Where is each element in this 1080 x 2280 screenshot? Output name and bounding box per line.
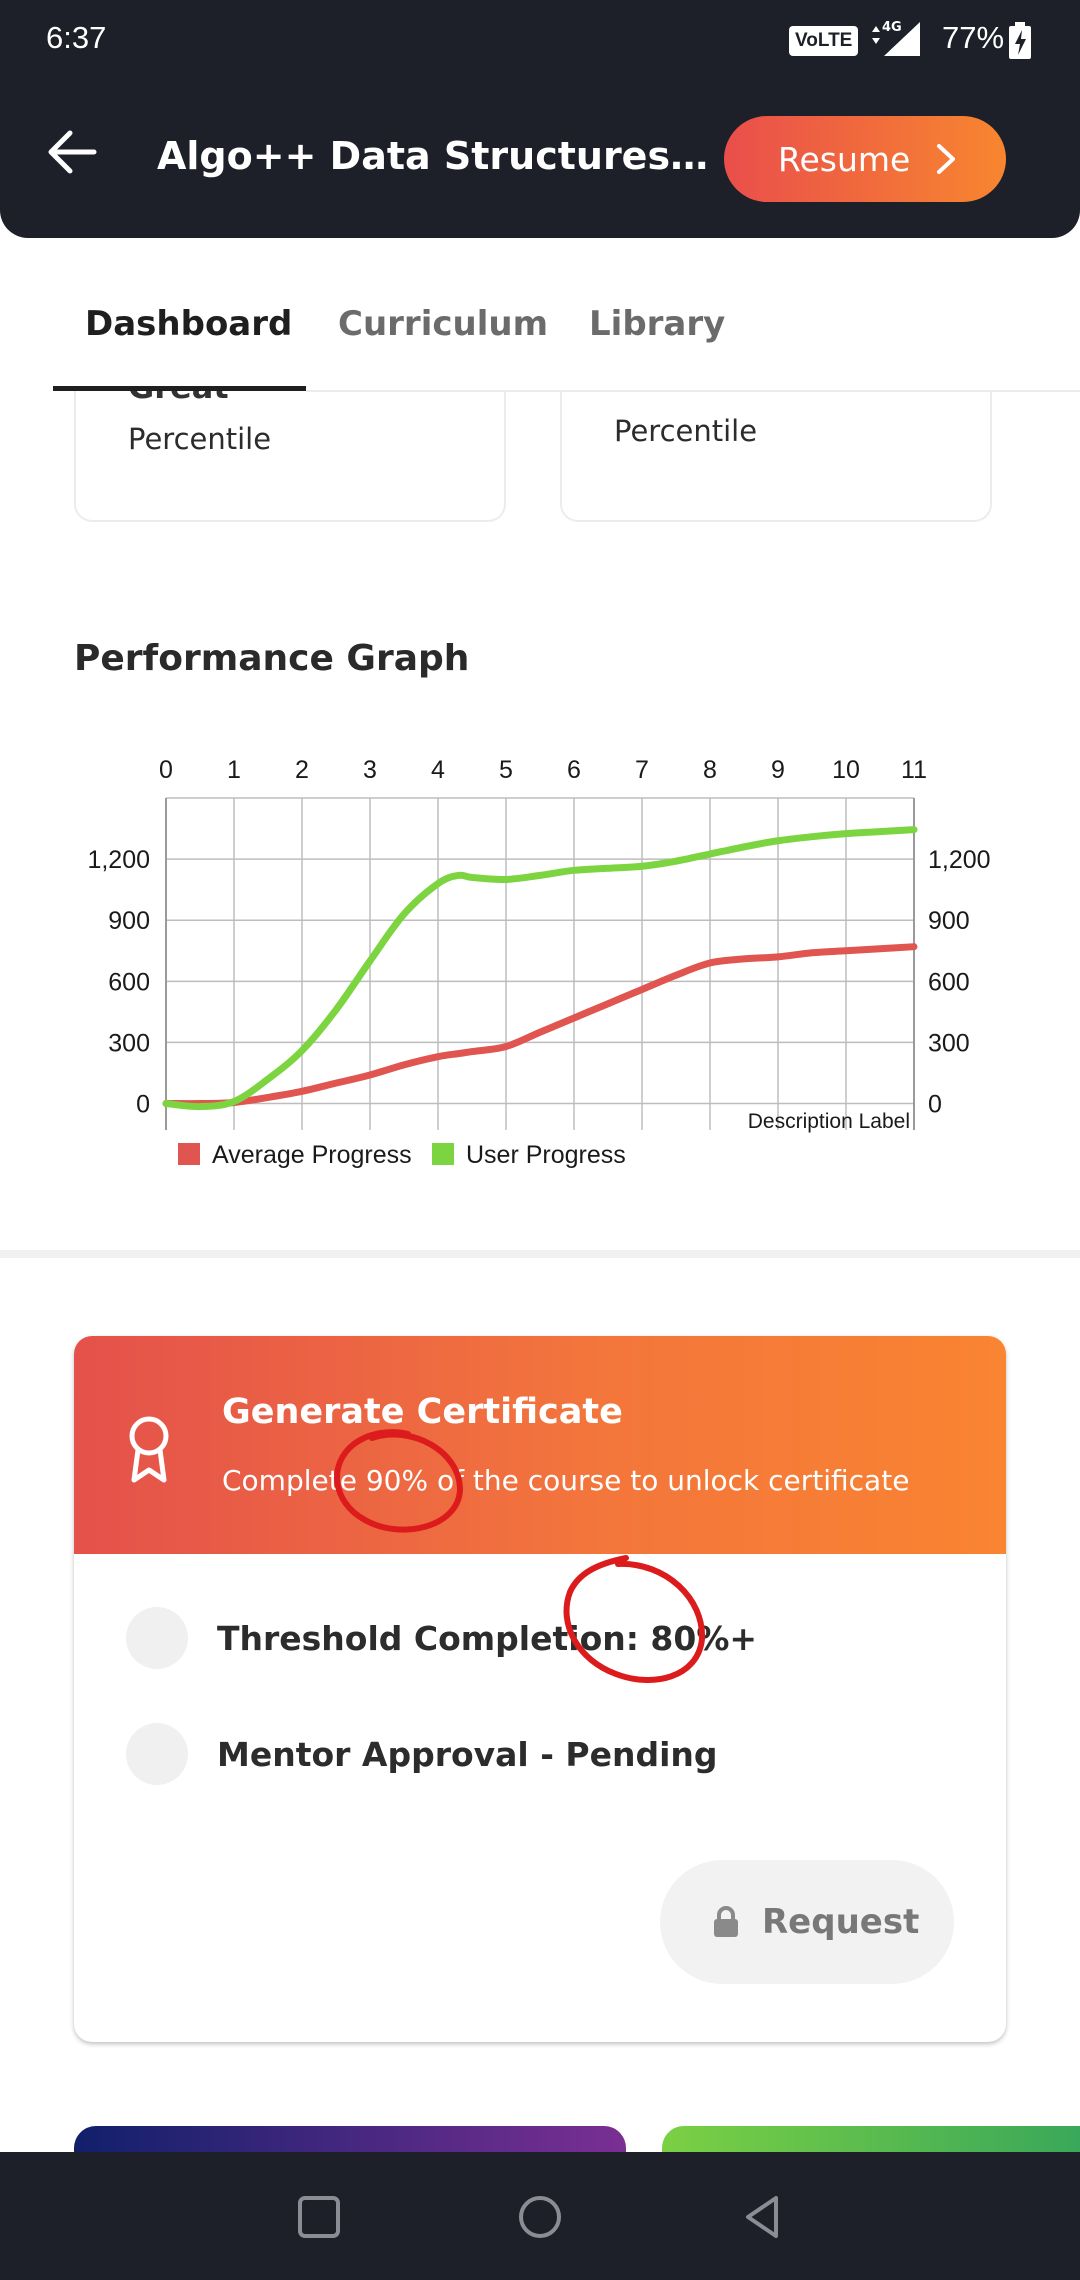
user-progress-line [162, 826, 918, 1111]
request-label: Request [762, 1902, 920, 1942]
x-tick-label: 6 [567, 756, 581, 784]
legend-label-average: Average Progress [212, 1141, 412, 1169]
legend-swatch-average [178, 1143, 200, 1165]
back-triangle-icon[interactable] [736, 2190, 790, 2244]
requirement-status-circle [126, 1607, 188, 1669]
performance-card: Great Percentile [74, 372, 506, 522]
recent-apps-icon[interactable] [292, 2190, 346, 2244]
certificate-card: Generate Certificate Complete 90% of the… [74, 1336, 1006, 2042]
app-header: 6:37 VoLTE 4G 77% Algo++ Data Structures… [0, 0, 1080, 238]
status-time: 6:37 [46, 20, 107, 55]
tab-divider [306, 390, 1080, 392]
arrow-left-icon[interactable] [44, 124, 100, 180]
y-tick-label-right: 300 [928, 1029, 970, 1057]
course-title: Algo++ Data Structures & Al... [157, 134, 713, 178]
chevron-right-icon [937, 144, 955, 174]
network-type: 4G [882, 20, 902, 35]
section-divider [0, 1250, 1080, 1258]
x-tick-label: 5 [499, 756, 513, 784]
certificate-title: Generate Certificate [222, 1392, 623, 1432]
performance-chart: 0 1 2 3 4 5 6 7 8 9 10 11 0 0 300 300 600 600 900 900 1,200 1… [87, 756, 991, 1169]
system-nav-bar [0, 2152, 1080, 2280]
y-tick-label-right: 900 [928, 907, 970, 935]
x-tick-label: 10 [832, 756, 860, 784]
average-progress-line [162, 943, 918, 1108]
home-icon[interactable] [513, 2190, 567, 2244]
performance-graph-title: Performance Graph [74, 638, 470, 679]
tab-library[interactable]: Library [589, 304, 725, 344]
lock-icon [714, 1906, 738, 1937]
tab-bar-front: Dashboard Curriculum Library [0, 238, 1080, 392]
volte-badge: VoLTE [789, 26, 859, 56]
resume-label: Resume [778, 139, 911, 179]
certificate-header: Generate Certificate Complete 90% of the… [74, 1336, 1006, 1554]
y-tick-label-left: 900 [108, 907, 150, 935]
x-tick-label: 11 [901, 756, 927, 784]
battery-charging-icon [1009, 22, 1031, 59]
x-tick-label: 4 [431, 756, 445, 784]
chart-description-label: Description Label [748, 1110, 910, 1133]
y-tick-label-right: 600 [928, 968, 970, 996]
signal-icon: 4G [872, 20, 920, 56]
y-tick-label-left: 1,200 [87, 846, 150, 874]
tab-indicator [53, 386, 306, 391]
y-tick-label-left: 0 [136, 1091, 150, 1119]
y-tick-label-left: 300 [108, 1029, 150, 1057]
performance-label: Percentile [128, 422, 272, 456]
legend-label-user: User Progress [466, 1141, 626, 1169]
percentile-label: Percentile [614, 414, 758, 448]
award-ribbon-icon [129, 1416, 169, 1483]
x-tick-label: 2 [295, 756, 309, 784]
requirement-label: Threshold Completion: 80%+ [217, 1618, 758, 1658]
y-tick-label-right: 1,200 [928, 846, 991, 874]
x-tick-label: 0 [159, 756, 173, 784]
requirement-threshold: Threshold Completion: 80%+ [126, 1606, 757, 1670]
requirement-label: Mentor Approval - Pending [217, 1734, 718, 1774]
x-tick-label: 8 [703, 756, 717, 784]
x-tick-label: 1 [227, 756, 241, 784]
x-tick-label: 9 [771, 756, 785, 784]
battery-percent: 77% [942, 20, 1005, 55]
legend-swatch-user [432, 1143, 454, 1165]
certificate-subtitle: Complete 90% of the course to unlock cer… [222, 1464, 910, 1497]
tab-curriculum[interactable]: Curriculum [338, 304, 548, 344]
request-button[interactable]: Request [660, 1860, 954, 1984]
x-tick-label: 3 [363, 756, 377, 784]
tab-dashboard[interactable]: Dashboard [85, 304, 292, 344]
percentile-card: Percentile [560, 372, 992, 522]
requirement-status-circle [126, 1723, 188, 1785]
y-tick-label-left: 600 [108, 968, 150, 996]
x-tick-label: 7 [635, 756, 649, 784]
requirement-mentor: Mentor Approval - Pending [126, 1722, 718, 1786]
resume-button[interactable]: Resume [724, 116, 1006, 202]
y-tick-label-right: 0 [928, 1091, 942, 1119]
